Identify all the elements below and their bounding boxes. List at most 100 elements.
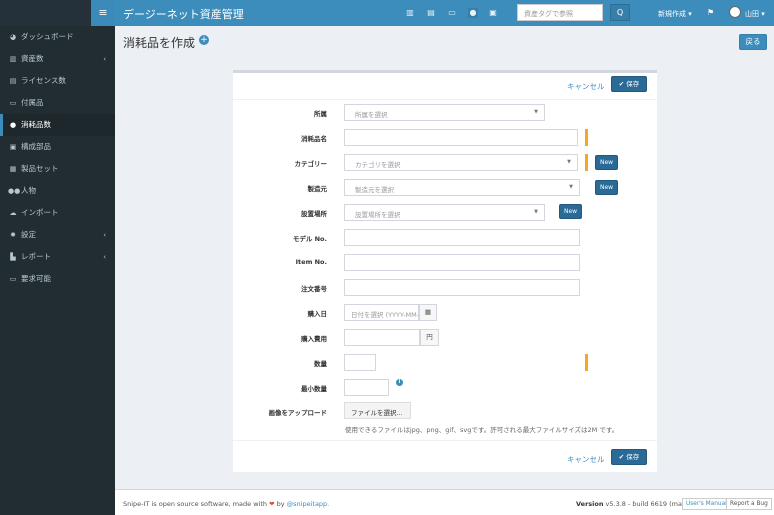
asset-tag-search-input[interactable]: 資産タグで参照 [517, 4, 603, 21]
purchase-cost-input[interactable] [344, 329, 420, 346]
snipeitapp-link[interactable]: @snipeitapp. [287, 500, 330, 508]
barcode-icon[interactable]: ▥ [405, 8, 415, 18]
sidebar-item-dashboard[interactable]: ◕ ダッシュボード [0, 26, 115, 48]
choose-file-button[interactable]: ファイルを選択... [344, 402, 411, 419]
user-menu[interactable]: 山田 ▾ [745, 9, 765, 19]
hdd-icon: ▣ [9, 143, 17, 151]
qty-input[interactable] [344, 354, 376, 371]
hdd-icon[interactable]: ▣ [488, 8, 498, 18]
category-label: カテゴリー [294, 160, 328, 168]
location-select[interactable]: 設置場所を選択 ▼ [344, 204, 545, 221]
purchase-cost-label: 購入費用 [301, 335, 327, 343]
sidebar-item-label: レポート [21, 252, 51, 261]
sidebar-item-settings[interactable]: ✹ 設定 ‹ [0, 224, 115, 246]
model-number-input[interactable] [344, 229, 580, 246]
required-indicator [585, 354, 588, 371]
name-input[interactable] [344, 129, 578, 146]
save-icon: ▤ [9, 77, 17, 85]
manufacturer-label: 製造元 [307, 185, 328, 193]
divider [233, 99, 657, 100]
footer-credits: Snipe-IT is open source software, made w… [123, 500, 329, 508]
app-title[interactable]: デージーネット資産管理 [123, 6, 244, 22]
users-icon: ●● [8, 187, 21, 195]
drop-icon[interactable]: ● [468, 8, 478, 18]
save-button[interactable]: ✔ 保存 [611, 76, 647, 92]
menu-icon: ≡ [98, 6, 108, 19]
item-no-input[interactable] [344, 254, 580, 271]
keyboard-icon[interactable]: ▭ [447, 8, 457, 18]
sidebar-item-label: インポート [21, 208, 59, 217]
item-no-label: Item No. [295, 258, 327, 266]
cancel-link[interactable]: キャンセル [567, 81, 605, 92]
sidebar-item-label: 製品セット [21, 164, 59, 173]
upload-help-text: 使用できるファイルはjpg、png、gif、svgです。許可される最大ファイルサ… [345, 426, 619, 434]
order-number-input[interactable] [344, 279, 580, 296]
company-label: 所属 [314, 110, 327, 118]
info-icon[interactable]: i [396, 379, 403, 386]
main-content: 消耗品を作成 + 戻る キャンセル ✔ 保存 所属 所属を選択 ▼ 消耗品名 カ… [115, 26, 774, 489]
save-button[interactable]: ✔ 保存 [611, 449, 647, 465]
chevron-left-icon: ‹ [103, 231, 106, 239]
required-indicator [585, 129, 588, 146]
manufacturer-select[interactable]: 製造元を選択 ▼ [344, 179, 580, 196]
name-label: 消耗品名 [301, 135, 327, 143]
sidebar-item-import[interactable]: ☁ インポート [0, 202, 115, 224]
sidebar-item-label: 資産数 [21, 54, 44, 63]
sidebar-item-components[interactable]: ▣ 構成部品 [0, 136, 115, 158]
chevron-left-icon: ‹ [103, 55, 106, 63]
version-info: Version v5.3.8 - build 6619 (master) [576, 500, 697, 508]
license-icon[interactable]: ▤ [426, 8, 436, 18]
qty-label: 数量 [314, 360, 327, 368]
sidebar-item-label: 要求可能 [21, 274, 51, 283]
sidebar-toggle-button[interactable]: ≡ [91, 0, 115, 26]
sidebar-item-licenses[interactable]: ▤ ライセンス数 [0, 70, 115, 92]
sidebar-item-requestable[interactable]: ▭ 要求可能 [0, 268, 115, 290]
new-manufacturer-button[interactable]: New [595, 180, 618, 195]
sidebar-item-accessories[interactable]: ▭ 付属品 [0, 92, 115, 114]
caret-down-icon: ▼ [534, 209, 538, 215]
sidebar-item-people[interactable]: ●● 人物 [0, 180, 115, 202]
company-select[interactable]: 所属を選択 ▼ [344, 104, 545, 121]
footer-text: by [274, 500, 287, 508]
divider [233, 440, 657, 441]
footer-text: Snipe-IT is open source software, made w… [123, 500, 270, 508]
cloud-upload-icon: ☁ [9, 209, 17, 217]
calendar-button[interactable]: ▦ [419, 304, 437, 321]
form-card: キャンセル ✔ 保存 所属 所属を選択 ▼ 消耗品名 カテゴリー カテゴリを選択… [233, 70, 657, 472]
new-location-button[interactable]: New [559, 204, 582, 219]
sidebar-item-consumables[interactable]: ● 消耗品数 [0, 114, 115, 136]
order-number-label: 注文番号 [301, 285, 327, 293]
sidebar-item-label: ダッシュボード [21, 32, 74, 41]
search-button[interactable]: Q [610, 4, 630, 21]
location-label: 設置場所 [301, 210, 327, 218]
plus-circle-icon: + [199, 35, 209, 45]
report-bug-button[interactable]: Report a Bug [726, 498, 772, 510]
back-button[interactable]: 戻る [739, 34, 767, 50]
object-group-icon: ▦ [9, 165, 17, 173]
new-category-button[interactable]: New [595, 155, 618, 170]
calendar-icon: ▦ [424, 308, 432, 316]
sidebar-item-reports[interactable]: ▙ レポート ‹ [0, 246, 115, 268]
sidebar-item-kits[interactable]: ▦ 製品セット [0, 158, 115, 180]
footer: Snipe-IT is open source software, made w… [115, 489, 774, 515]
min-qty-input[interactable] [344, 379, 389, 396]
sidebar-item-label: 構成部品 [21, 142, 51, 151]
users-manual-button[interactable]: User's Manual [682, 498, 731, 510]
top-navbar: デージーネット資産管理 ▥ ▤ ▭ ● ▣ 資産タグで参照 Q 新規作成 ▾ ⚑… [115, 0, 774, 26]
category-select[interactable]: カテゴリを選択 ▼ [344, 154, 578, 171]
sidebar-item-assets[interactable]: ▥ 資産数 ‹ [0, 48, 115, 70]
caret-down-icon: ▼ [569, 184, 573, 190]
purchase-date-input[interactable]: 日付を選択 (YYYY-MM-DD) [344, 304, 419, 321]
avatar[interactable] [729, 6, 741, 18]
cog-icon: ✹ [10, 231, 16, 239]
create-new-dropdown[interactable]: 新規作成 ▾ [658, 9, 692, 19]
sidebar-item-label: 消耗品数 [21, 120, 51, 129]
sidebar-item-label: 人物 [21, 186, 36, 195]
cancel-link[interactable]: キャンセル [567, 454, 605, 465]
flag-icon[interactable]: ⚑ [707, 8, 714, 17]
sidebar-item-label: 設定 [21, 230, 36, 239]
purchase-date-label: 購入日 [307, 310, 328, 318]
manufacturer-placeholder: 製造元を選択 [355, 186, 394, 194]
keyboard-icon: ▭ [9, 99, 17, 107]
barcode-icon: ▥ [9, 55, 17, 63]
